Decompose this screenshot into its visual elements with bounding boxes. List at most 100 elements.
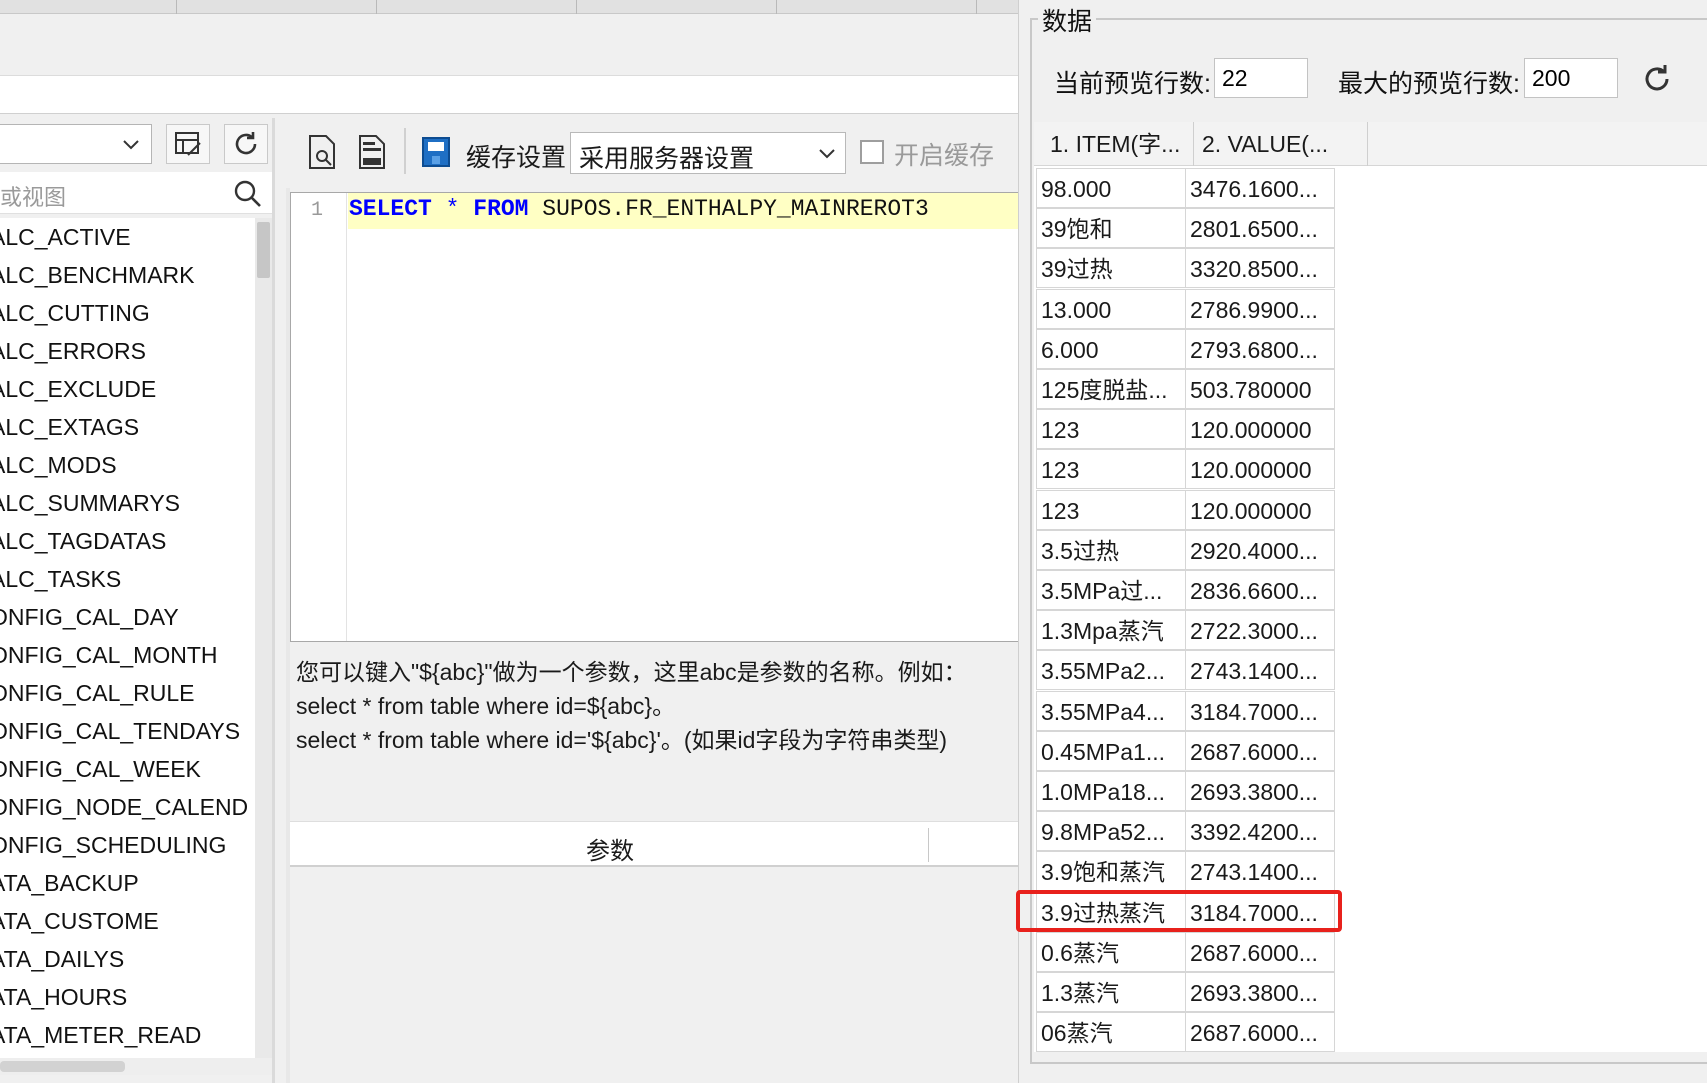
- tree-refresh-button[interactable]: [224, 124, 268, 164]
- cell-value[interactable]: 3320.8500...: [1185, 248, 1335, 288]
- cell-item[interactable]: 39过热: [1036, 248, 1186, 288]
- cell-item[interactable]: 125度脱盐...: [1036, 369, 1186, 409]
- refresh-icon[interactable]: [1640, 62, 1674, 96]
- cell-value[interactable]: 3476.1600...: [1185, 168, 1335, 208]
- cell-value[interactable]: 2687.6000...: [1185, 731, 1335, 771]
- cell-item[interactable]: 3.9饱和蒸汽: [1036, 851, 1186, 891]
- cell-value[interactable]: 3392.4200...: [1185, 811, 1335, 851]
- cell-value[interactable]: 120.000000: [1185, 490, 1335, 530]
- cell-item[interactable]: 1.0MPa18...: [1036, 771, 1186, 811]
- panel-divider[interactable]: [272, 118, 275, 1083]
- cell-item[interactable]: 3.55MPa4...: [1036, 691, 1186, 731]
- search-icon[interactable]: [232, 178, 262, 208]
- cell-item[interactable]: 0.45MPa1...: [1036, 731, 1186, 771]
- tree-item[interactable]: ONFIG_CAL_MONTH: [0, 636, 217, 674]
- enable-cache-checkbox[interactable]: [860, 140, 884, 164]
- sql-editor[interactable]: 1 SELECT * FROM SUPOS.FR_ENTHALPY_MAINRE…: [290, 192, 1019, 642]
- cell-value[interactable]: 2836.6600...: [1185, 570, 1335, 610]
- cell-item[interactable]: 0.6蒸汽: [1036, 932, 1186, 972]
- column-header-value[interactable]: 2. VALUE(...: [1194, 122, 1368, 166]
- cell-item[interactable]: 98.000: [1036, 168, 1186, 208]
- tree-item[interactable]: ONFIG_CAL_TENDAYS: [0, 712, 240, 750]
- cell-item[interactable]: 39饱和: [1036, 208, 1186, 248]
- tree-item[interactable]: ATA_HOURS: [0, 978, 127, 1016]
- tree-item[interactable]: ALC_MODS: [0, 446, 117, 484]
- tree-vertical-scrollbar[interactable]: [255, 218, 272, 1058]
- cache-mode-select[interactable]: 采用服务器设置: [570, 132, 846, 174]
- tree-item[interactable]: ALC_TAGDATAS: [0, 522, 166, 560]
- sql-file-icon[interactable]: [356, 134, 388, 170]
- tree-item[interactable]: ONFIG_SCHEDULING: [0, 826, 226, 864]
- cell-value[interactable]: 2743.1400...: [1185, 851, 1335, 891]
- tree-item[interactable]: ALC_CUTTING: [0, 294, 150, 332]
- cache-settings-icon[interactable]: [420, 134, 452, 170]
- cell-item[interactable]: 6.000: [1036, 329, 1186, 369]
- parameters-column-header[interactable]: 参数: [586, 831, 634, 866]
- line-number: 1: [311, 199, 324, 222]
- cache-settings-label: 缓存设置: [466, 144, 567, 172]
- cell-value[interactable]: 2687.6000...: [1185, 932, 1335, 972]
- hint-line: select * from table where id='${abc}'。(如…: [296, 727, 948, 753]
- cell-item[interactable]: 9.8MPa52...: [1036, 811, 1186, 851]
- tree-item[interactable]: ONFIG_CAL_DAY: [0, 598, 179, 636]
- connection-bar[interactable]: [0, 76, 1018, 114]
- cell-item[interactable]: 1.3蒸汽: [1036, 972, 1186, 1012]
- tree-item[interactable]: ATA_METER_READ: [0, 1016, 201, 1054]
- column-separator[interactable]: [928, 828, 929, 862]
- tree-item[interactable]: ONFIG_CAL_WEEK: [0, 750, 201, 788]
- cell-item[interactable]: 13.000: [1036, 289, 1186, 329]
- cell-value[interactable]: 2687.6000...: [1185, 1012, 1335, 1052]
- cell-value[interactable]: 503.780000: [1185, 369, 1335, 409]
- tree-horizontal-scrollbar[interactable]: [0, 1058, 272, 1075]
- cell-value[interactable]: 2693.3800...: [1185, 972, 1335, 1012]
- schema-dropdown[interactable]: [0, 124, 152, 164]
- cell-item[interactable]: 123: [1036, 449, 1186, 489]
- cell-item[interactable]: 3.5过热: [1036, 530, 1186, 570]
- table-view-button[interactable]: [166, 124, 210, 164]
- cell-value[interactable]: 3184.7000...: [1185, 691, 1335, 731]
- cell-value[interactable]: 120.000000: [1185, 449, 1335, 489]
- max-preview-rows-label: 最大的预览行数:: [1338, 70, 1520, 98]
- cell-item[interactable]: 3.55MPa2...: [1036, 650, 1186, 690]
- chevron-down-icon: [123, 140, 139, 150]
- tree-item[interactable]: ALC_EXCLUDE: [0, 370, 156, 408]
- tree-item[interactable]: ALC_SUMMARYS: [0, 484, 180, 522]
- cell-value[interactable]: 2793.6800...: [1185, 329, 1335, 369]
- parameters-table-header: 参数: [290, 821, 1018, 867]
- tree-item[interactable]: ONFIG_CAL_RULE: [0, 674, 195, 712]
- tree-search-box[interactable]: 或视图: [0, 172, 272, 214]
- preview-document-icon[interactable]: [306, 134, 338, 170]
- tree-item[interactable]: ATA_CUSTOME: [0, 902, 159, 940]
- cell-item[interactable]: 06蒸汽: [1036, 1012, 1186, 1052]
- tree-item[interactable]: ALC_TASKS: [0, 560, 121, 598]
- current-preview-rows-label: 当前预览行数:: [1054, 70, 1211, 98]
- tree-item[interactable]: ALC_BENCHMARK: [0, 256, 195, 294]
- cell-item[interactable]: 123: [1036, 409, 1186, 449]
- tree-item[interactable]: ONFIG_NODE_CALEND: [0, 788, 248, 826]
- max-preview-rows-input[interactable]: [1524, 58, 1618, 98]
- line-number-gutter: 1: [291, 193, 347, 641]
- tree-item[interactable]: ALC_ACTIVE: [0, 218, 131, 256]
- cell-item[interactable]: 123: [1036, 490, 1186, 530]
- tree-item[interactable]: ATA_BACKUP: [0, 864, 139, 902]
- cell-value[interactable]: 2722.3000...: [1185, 610, 1335, 650]
- cell-value[interactable]: 2801.6500...: [1185, 208, 1335, 248]
- cell-item[interactable]: 1.3Mpa蒸汽: [1036, 610, 1186, 650]
- tree-item[interactable]: ALC_EXTAGS: [0, 408, 139, 446]
- cell-value[interactable]: 120.000000: [1185, 409, 1335, 449]
- column-header-item[interactable]: 1. ITEM(字...: [1042, 122, 1194, 166]
- tree-item[interactable]: ATA_DAILYS: [0, 940, 124, 978]
- scroll-thumb[interactable]: [0, 1061, 125, 1072]
- current-preview-rows-input[interactable]: [1214, 58, 1308, 98]
- cell-item[interactable]: 3.5MPa过...: [1036, 570, 1186, 610]
- cell-value[interactable]: 2786.9900...: [1185, 289, 1335, 329]
- scroll-thumb[interactable]: [257, 222, 270, 278]
- top-tab-strip: [0, 0, 1018, 14]
- cell-value[interactable]: 2743.1400...: [1185, 650, 1335, 690]
- cell-value[interactable]: 2920.4000...: [1185, 530, 1335, 570]
- tree-item[interactable]: ALC_ERRORS: [0, 332, 146, 370]
- sql-keyword: SELECT: [349, 196, 432, 222]
- sql-code-line[interactable]: SELECT * FROM SUPOS.FR_ENTHALPY_MAINRERO…: [349, 196, 929, 222]
- cell-value[interactable]: 2693.3800...: [1185, 771, 1335, 811]
- cache-mode-value: 采用服务器设置: [579, 145, 755, 173]
